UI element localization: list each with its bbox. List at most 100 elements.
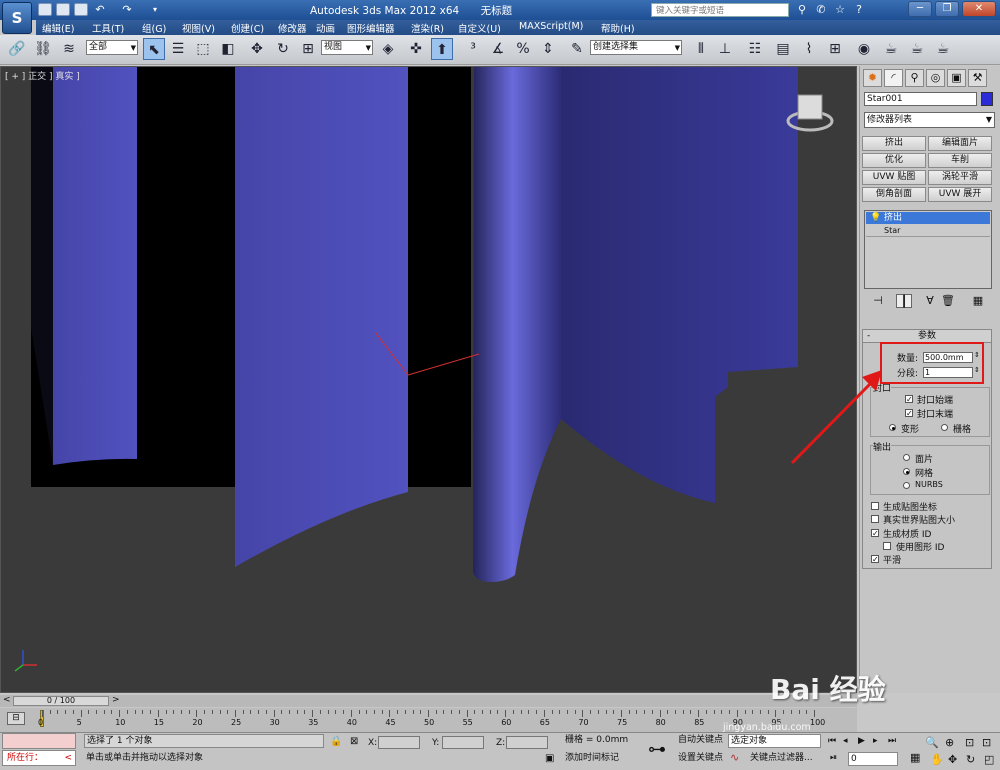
link-icon[interactable]: 🔗 [6, 38, 28, 60]
curve-editor-icon[interactable]: ⌇ [798, 38, 820, 60]
rendered-frame-icon[interactable]: ☕ [906, 38, 928, 60]
modify-tab-icon[interactable]: ◜ [884, 69, 903, 87]
remove-modifier-icon[interactable]: 🗑 [940, 294, 956, 308]
grid-radio[interactable] [941, 424, 948, 431]
add-time-tag[interactable]: 添加时间标记 [563, 752, 639, 766]
show-end-result-icon[interactable]: ┃ [896, 294, 912, 308]
time-config-icon[interactable]: ▦ [910, 751, 920, 764]
current-frame-field[interactable]: 0 [848, 752, 898, 766]
key-curve-icon[interactable]: ∿ [730, 751, 739, 764]
menu-modifiers[interactable]: 修改器 [278, 21, 307, 35]
modifier-button-edit-patch[interactable]: 编辑面片 [928, 136, 992, 151]
render-setup-icon[interactable]: ☕ [880, 38, 902, 60]
maxscript-listener-pink[interactable] [2, 733, 76, 749]
angle-snap-icon[interactable]: ∡ [487, 38, 509, 60]
field-of-view-icon[interactable]: ✋ [930, 753, 944, 766]
make-unique-icon[interactable]: ∀ [922, 294, 938, 308]
bind-spacewarp-icon[interactable]: ≋ [58, 38, 80, 60]
use-shape-ids-checkbox[interactable] [883, 542, 891, 550]
lightbulb-icon[interactable]: 💡 [870, 212, 881, 224]
stack-item-extrude[interactable]: 💡 挤出 [866, 212, 990, 224]
gen-mat-ids-checkbox[interactable]: ✓ [871, 529, 879, 538]
new-file-icon[interactable] [38, 3, 52, 16]
zoom-extents-all-icon[interactable]: ⊡ [982, 736, 991, 749]
close-button[interactable]: ✕ [962, 1, 996, 17]
menu-view[interactable]: 视图(V) [182, 21, 215, 35]
menu-graph-editors[interactable]: 图形编辑器 [347, 21, 395, 35]
select-by-name-icon[interactable]: ☰ [167, 38, 189, 60]
prev-frame-icon[interactable]: ◂ [843, 736, 848, 746]
material-editor-icon[interactable]: ◉ [853, 38, 875, 60]
pan-icon[interactable]: ✥ [948, 753, 957, 766]
go-to-end-icon[interactable]: ⏭ [888, 736, 896, 746]
modifier-button-optimize[interactable]: 优化 [862, 153, 926, 168]
set-key-button[interactable]: 设置关键点 [676, 752, 726, 766]
rect-selection-icon[interactable]: ⬚ [192, 38, 214, 60]
key-filters-button[interactable]: 关键点过滤器... [748, 752, 821, 766]
maximize-viewport-icon[interactable]: ◰ [984, 753, 994, 766]
percent-snap-icon[interactable]: % [512, 38, 534, 60]
next-frame-icon[interactable]: ▸ [873, 736, 878, 746]
motion-tab-icon[interactable]: ◎ [926, 69, 945, 87]
morph-radio[interactable] [889, 424, 896, 431]
display-tab-icon[interactable]: ▣ [947, 69, 966, 87]
restore-button[interactable]: ❐ [935, 1, 959, 17]
key-icon[interactable]: ⊶ [648, 739, 666, 760]
y-coord-field[interactable] [442, 736, 484, 749]
stack-item-star[interactable]: Star [866, 225, 990, 237]
spinner-snap-icon[interactable]: ⇕ [537, 38, 559, 60]
configure-sets-icon[interactable]: ▦ [970, 294, 986, 308]
gen-mapping-checkbox[interactable] [871, 502, 879, 510]
snap-3d-icon[interactable]: ³ [462, 38, 484, 60]
align-icon[interactable]: ⊥ [714, 38, 736, 60]
key-mode-icon[interactable]: ⏯ [830, 753, 837, 763]
undo-icon[interactable]: ↶ [93, 3, 107, 17]
zoom-extents-icon[interactable]: ⊡ [965, 736, 974, 749]
menu-help[interactable]: 帮助(H) [601, 21, 635, 35]
x-coord-field[interactable] [378, 736, 420, 749]
time-slider-prev-icon[interactable]: < [3, 695, 11, 705]
hierarchy-tab-icon[interactable]: ⚲ [905, 69, 924, 87]
help-icon[interactable]: ? [852, 3, 866, 17]
go-to-start-icon[interactable]: ⏮ [828, 736, 836, 746]
modifier-button-lathe[interactable]: 车削 [928, 153, 992, 168]
cap-end-checkbox[interactable]: ✓ [905, 409, 913, 418]
select-manipulate-icon[interactable]: ✜ [405, 38, 427, 60]
modifier-button-extrude[interactable]: 挤出 [862, 136, 926, 151]
time-slider[interactable]: < 0 / 100 > [0, 695, 857, 707]
menu-create[interactable]: 创建(C) [231, 21, 264, 35]
time-tag-icon[interactable]: ▣ [545, 753, 554, 764]
utilities-tab-icon[interactable]: ⚒ [968, 69, 987, 87]
lock-selection-icon[interactable]: 🔒 [330, 736, 342, 747]
pivot-center-icon[interactable]: ◈ [377, 38, 399, 60]
cap-start-checkbox[interactable]: ✓ [905, 395, 913, 404]
menu-maxscript[interactable]: MAXScript(M) [519, 21, 583, 32]
menu-group[interactable]: 组(G) [142, 21, 166, 35]
pin-stack-icon[interactable]: ⊣ [870, 294, 886, 308]
object-color-swatch[interactable] [981, 92, 993, 106]
modifier-button-bevel-profile[interactable]: 倒角剖面 [862, 187, 926, 202]
binoculars-icon[interactable]: ⚲ [795, 3, 809, 17]
viewport-label[interactable]: [ + ] 正交 ] 真实 ] [5, 69, 80, 82]
object-name-field[interactable]: Star001 [864, 92, 977, 106]
open-file-icon[interactable] [56, 3, 70, 16]
redo-icon[interactable]: ↷ [120, 3, 134, 17]
search-input[interactable]: 键入关键字或短语 [651, 3, 789, 17]
mini-curve-editor-icon[interactable]: ⊟ [7, 712, 25, 725]
named-selection-dropdown[interactable]: 创建选择集 ▼ [590, 40, 682, 55]
maxscript-listener-white[interactable]: 所在行： < [2, 750, 76, 766]
menu-edit[interactable]: 编辑(E) [42, 21, 74, 35]
output-patch-radio[interactable] [903, 454, 910, 461]
menu-rendering[interactable]: 渲染(R) [411, 21, 444, 35]
zoom-icon[interactable]: 🔍 [925, 736, 939, 749]
selected-object-dropdown[interactable]: 选定对象 [728, 734, 821, 748]
modifier-list-dropdown[interactable]: 修改器列表 ▼ [864, 112, 995, 128]
time-slider-next-icon[interactable]: > [112, 695, 120, 705]
auto-key-button[interactable]: 自动关键点 [676, 734, 726, 748]
layer-manager-icon[interactable]: ☷ [744, 38, 766, 60]
chevron-down-icon[interactable]: ▾ [148, 3, 162, 17]
play-icon[interactable]: ▶ [858, 736, 865, 746]
output-nurbs-radio[interactable] [903, 482, 910, 489]
unlink-icon[interactable]: ⛓ [32, 38, 54, 60]
modifier-button-unwrap-uvw[interactable]: UVW 展开 [928, 187, 992, 202]
